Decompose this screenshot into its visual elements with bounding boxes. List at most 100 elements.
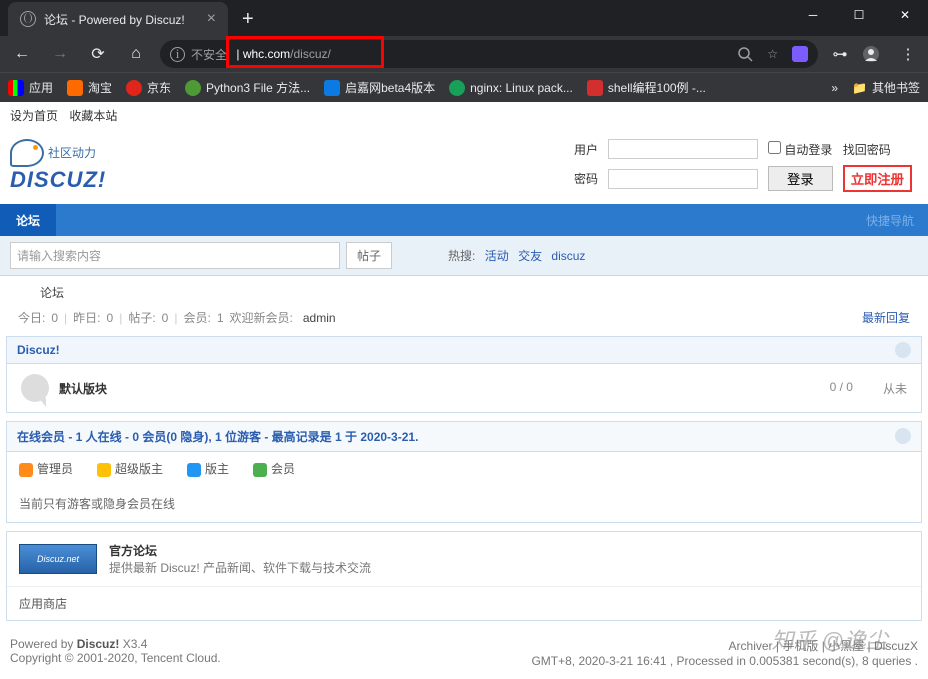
- hot-link-0[interactable]: 活动: [485, 249, 509, 263]
- search-type-select[interactable]: 帖子: [346, 242, 392, 269]
- username-label: 用户: [570, 137, 602, 161]
- hot-link-1[interactable]: 交友: [518, 249, 542, 263]
- mobile-link[interactable]: 手机版: [782, 639, 818, 653]
- window-close[interactable]: ✕: [882, 0, 928, 30]
- new-tab-button[interactable]: +: [228, 2, 268, 36]
- menu-icon[interactable]: ⋮: [896, 45, 920, 63]
- other-bookmarks[interactable]: 📁其他书签: [852, 79, 920, 96]
- appstore-link[interactable]: 应用商店: [7, 586, 921, 620]
- quick-nav[interactable]: 快捷导航: [866, 212, 928, 229]
- folder-icon: 📁: [852, 81, 867, 95]
- globe-icon: [20, 11, 36, 27]
- star-icon[interactable]: ☆: [767, 47, 778, 61]
- qijia-icon: [324, 80, 340, 96]
- bookmarks-overflow[interactable]: »: [831, 81, 838, 95]
- register-button[interactable]: 立即注册: [843, 165, 912, 192]
- favorite-link[interactable]: 收藏本站: [69, 109, 117, 123]
- logo-en-text: DISCUZ: [10, 167, 98, 192]
- apps-button[interactable]: 应用: [8, 79, 53, 96]
- top-links: 设为首页 收藏本站: [0, 102, 928, 129]
- jd-icon: [126, 80, 142, 96]
- bookmark-taobao[interactable]: 淘宝: [67, 79, 112, 96]
- shell-icon: [587, 80, 603, 96]
- blacklist-link[interactable]: 小黑屋: [828, 639, 864, 653]
- member-badge-icon: [253, 463, 267, 477]
- python-icon: [185, 80, 201, 96]
- bookmark-shell[interactable]: shell编程100例 -...: [587, 79, 706, 96]
- mod-badge-icon: [187, 463, 201, 477]
- tab-title: 论坛 - Powered by Discuz!: [44, 11, 185, 28]
- archiver-link[interactable]: Archiver: [729, 639, 773, 653]
- url-highlight-annotation: [226, 36, 384, 68]
- logo-ex-text: !: [98, 167, 106, 192]
- discuzx-link[interactable]: DiscuzX: [874, 639, 918, 653]
- forum-row[interactable]: 默认版块 0 / 0 从未: [7, 364, 921, 412]
- bookmark-python[interactable]: Python3 File 方法...: [185, 79, 310, 96]
- browser-toolbar: ← → ⟳ ⌂ i 不安全 | whc.com/discuz/ ☆ ⊶ ⋮: [0, 36, 928, 72]
- online-empty: 当前只有游客或隐身会员在线: [7, 485, 921, 522]
- bookmark-qijia[interactable]: 启嘉网beta4版本: [324, 79, 435, 96]
- window-minimize[interactable]: ─: [790, 0, 836, 30]
- online-block: 在线会员 - 1 人在线 - 0 会员(0 隐身), 1 位游客 - 最高记录是…: [6, 421, 922, 523]
- site-header: 社区动力 DISCUZ! 用户 自动登录 找回密码 密码 登录 立即注册: [0, 129, 928, 204]
- address-bar[interactable]: i 不安全 | whc.com/discuz/ ☆: [160, 40, 818, 68]
- supermod-badge-icon: [97, 463, 111, 477]
- taobao-icon: [67, 80, 83, 96]
- online-header: 在线会员 - 1 人在线 - 0 会员(0 隐身), 1 位游客 - 最高记录是…: [7, 422, 921, 452]
- links-block: Discuz.net 官方论坛 提供最新 Discuz! 产品新闻、软件下载与技…: [6, 531, 922, 621]
- online-legend: 管理员 超级版主 版主 会员: [7, 452, 921, 485]
- logo-cn-text: 社区动力: [48, 144, 96, 161]
- unsafe-label: 不安全: [191, 46, 227, 63]
- site-logo[interactable]: 社区动力 DISCUZ!: [10, 139, 106, 193]
- link-logo[interactable]: Discuz.net: [19, 544, 97, 574]
- extension-icon[interactable]: [792, 46, 808, 62]
- collapse-icon[interactable]: [895, 428, 911, 444]
- back-button[interactable]: ←: [8, 45, 36, 63]
- key-icon[interactable]: ⊶: [828, 45, 852, 63]
- category-title[interactable]: Discuz!: [17, 343, 60, 357]
- browser-tab[interactable]: 论坛 - Powered by Discuz! ×: [8, 2, 228, 36]
- find-password-link[interactable]: 找回密码: [843, 143, 891, 157]
- tab-strip: 论坛 - Powered by Discuz! × +: [0, 0, 928, 36]
- profile-icon[interactable]: [862, 45, 886, 63]
- nav-forum[interactable]: 论坛: [0, 204, 56, 236]
- bookmark-jd[interactable]: 京东: [126, 79, 171, 96]
- link-desc: 提供最新 Discuz! 产品新闻、软件下载与技术交流: [109, 559, 371, 576]
- admin-link[interactable]: admin: [299, 310, 340, 326]
- site-footer: 知乎 @逸尘 Powered by Discuz! X3.4 Copyright…: [0, 629, 928, 679]
- set-home-link[interactable]: 设为首页: [10, 109, 58, 123]
- hot-search: 热搜: 活动 交友 discuz: [448, 247, 585, 264]
- discuz-link[interactable]: Discuz!: [77, 637, 120, 651]
- username-input[interactable]: [608, 139, 758, 159]
- link-title[interactable]: 官方论坛: [109, 542, 371, 559]
- reload-button[interactable]: ⟳: [84, 44, 112, 64]
- nginx-icon: [449, 80, 465, 96]
- forum-stats: 0 / 0 从未: [830, 380, 907, 397]
- password-input[interactable]: [608, 169, 758, 189]
- auto-login-checkbox[interactable]: [768, 141, 781, 154]
- info-icon[interactable]: i: [170, 47, 185, 62]
- home-button[interactable]: ⌂: [122, 45, 150, 63]
- close-icon[interactable]: ×: [207, 10, 216, 28]
- hot-link-2[interactable]: discuz: [551, 249, 585, 263]
- login-form: 用户 自动登录 找回密码 密码 登录 立即注册: [568, 135, 918, 196]
- bookmark-nginx[interactable]: nginx: Linux pack...: [449, 80, 573, 96]
- apps-icon: [8, 80, 24, 96]
- page-content: 设为首页 收藏本站 社区动力 DISCUZ! 用户 自动登录 找回密码 密码 登…: [0, 102, 928, 679]
- admin-badge-icon: [19, 463, 33, 477]
- zoom-icon[interactable]: [737, 46, 753, 62]
- main-nav: 论坛 快捷导航: [0, 204, 928, 236]
- collapse-icon[interactable]: [895, 342, 911, 358]
- login-button[interactable]: 登录: [768, 166, 833, 191]
- logo-bubble-icon: [10, 139, 44, 167]
- bookmarks-bar: 应用 淘宝 京东 Python3 File 方法... 启嘉网beta4版本 n…: [0, 72, 928, 102]
- breadcrumb: 论坛: [0, 276, 928, 305]
- forum-name[interactable]: 默认版块: [59, 380, 107, 397]
- window-maximize[interactable]: ☐: [836, 0, 882, 30]
- password-label: 密码: [570, 163, 602, 194]
- forum-bubble-icon: [21, 374, 49, 402]
- search-bar: 请输入搜索内容 帖子 热搜: 活动 交友 discuz: [0, 236, 928, 276]
- latest-reply-link[interactable]: 最新回复: [862, 309, 910, 326]
- forum-stats: 今日:0 | 昨日:0 | 帖子:0 | 会员:1 欢迎新会员: admin 最…: [0, 305, 928, 336]
- search-input[interactable]: 请输入搜索内容: [10, 242, 340, 269]
